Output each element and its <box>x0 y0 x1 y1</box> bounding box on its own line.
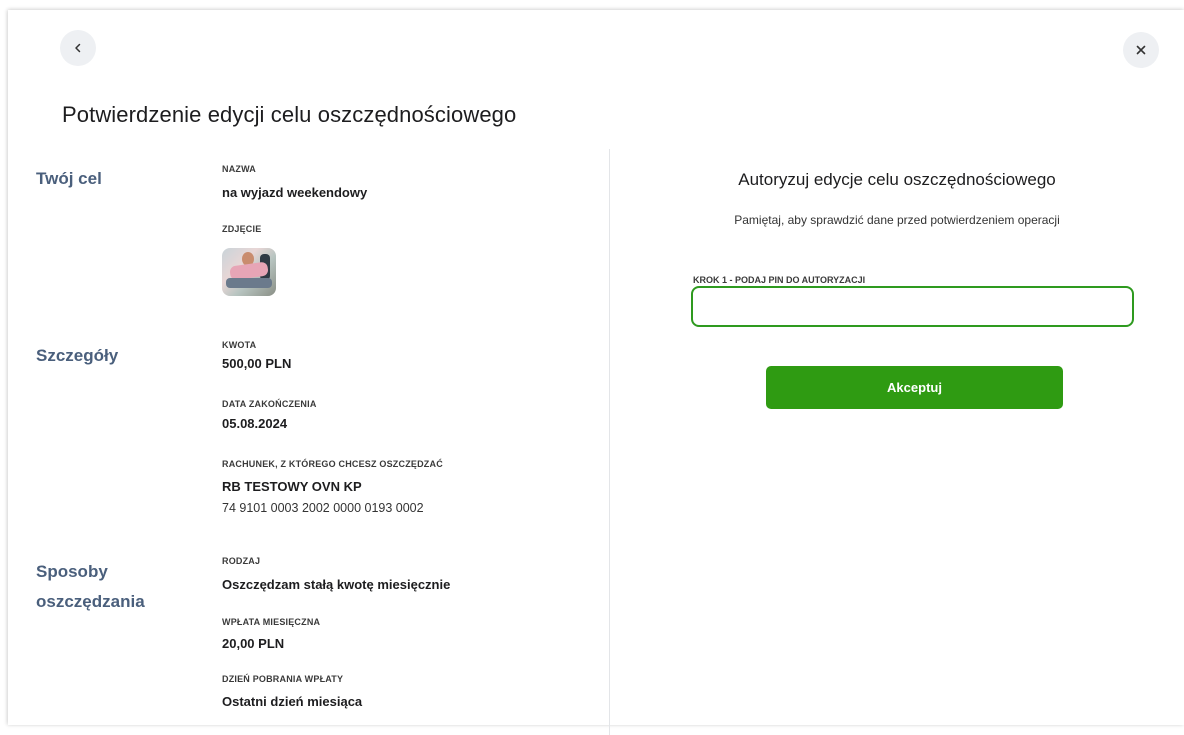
goal-photo-label: ZDJĘCIE <box>222 224 262 234</box>
pin-input[interactable] <box>691 286 1134 327</box>
type-value: Oszczędzam stałą kwotę miesięcznie <box>222 577 451 592</box>
monthly-payment-value: 20,00 PLN <box>222 636 285 651</box>
amount-label: KWOTA <box>222 340 257 350</box>
close-button[interactable] <box>1123 32 1159 68</box>
goal-photo <box>222 248 276 296</box>
page-title: Potwierdzenie edycji celu oszczędnościow… <box>62 102 517 127</box>
account-number: 74 9101 0003 2002 0000 0193 0002 <box>222 501 424 515</box>
section-title-details: Szczegóły <box>36 346 119 365</box>
account-label: RACHUNEK, Z KTÓREGO CHCESZ OSZCZĘDZAĆ <box>222 459 443 469</box>
column-divider <box>609 149 610 735</box>
payment-day-value: Ostatni dzień miesiąca <box>222 694 363 709</box>
account-name: RB TESTOWY OVN KP <box>222 479 362 494</box>
close-icon <box>1136 45 1146 55</box>
back-button[interactable] <box>60 30 96 66</box>
section-title-methods: Sposoby oszczędzania <box>36 562 145 611</box>
authorization-title: Autoryzuj edycje celu oszczędnościowego <box>738 170 1056 189</box>
authorization-subtitle: Pamiętaj, aby sprawdzić dane przed potwi… <box>734 213 1060 227</box>
payment-day-label: DZIEŃ POBRANIA WPŁATY <box>222 674 344 684</box>
end-date-label: DATA ZAKOŃCZENIA <box>222 399 317 409</box>
goal-name-label: NAZWA <box>222 164 256 174</box>
type-label: RODZAJ <box>222 556 261 566</box>
pin-label: KROK 1 - PODAJ PIN DO AUTORYZACJI <box>693 275 866 285</box>
accept-button[interactable]: Akceptuj <box>766 366 1063 409</box>
chevron-left-icon <box>75 43 81 53</box>
end-date-value: 05.08.2024 <box>222 416 288 431</box>
monthly-payment-label: WPŁATA MIESIĘCZNA <box>222 617 321 627</box>
amount-value: 500,00 PLN <box>222 356 292 371</box>
confirmation-panel: Potwierdzenie edycji celu oszczędnościow… <box>8 10 1184 735</box>
section-title-goal: Twój cel <box>36 169 102 188</box>
goal-name-value: na wyjazd weekendowy <box>222 185 368 200</box>
